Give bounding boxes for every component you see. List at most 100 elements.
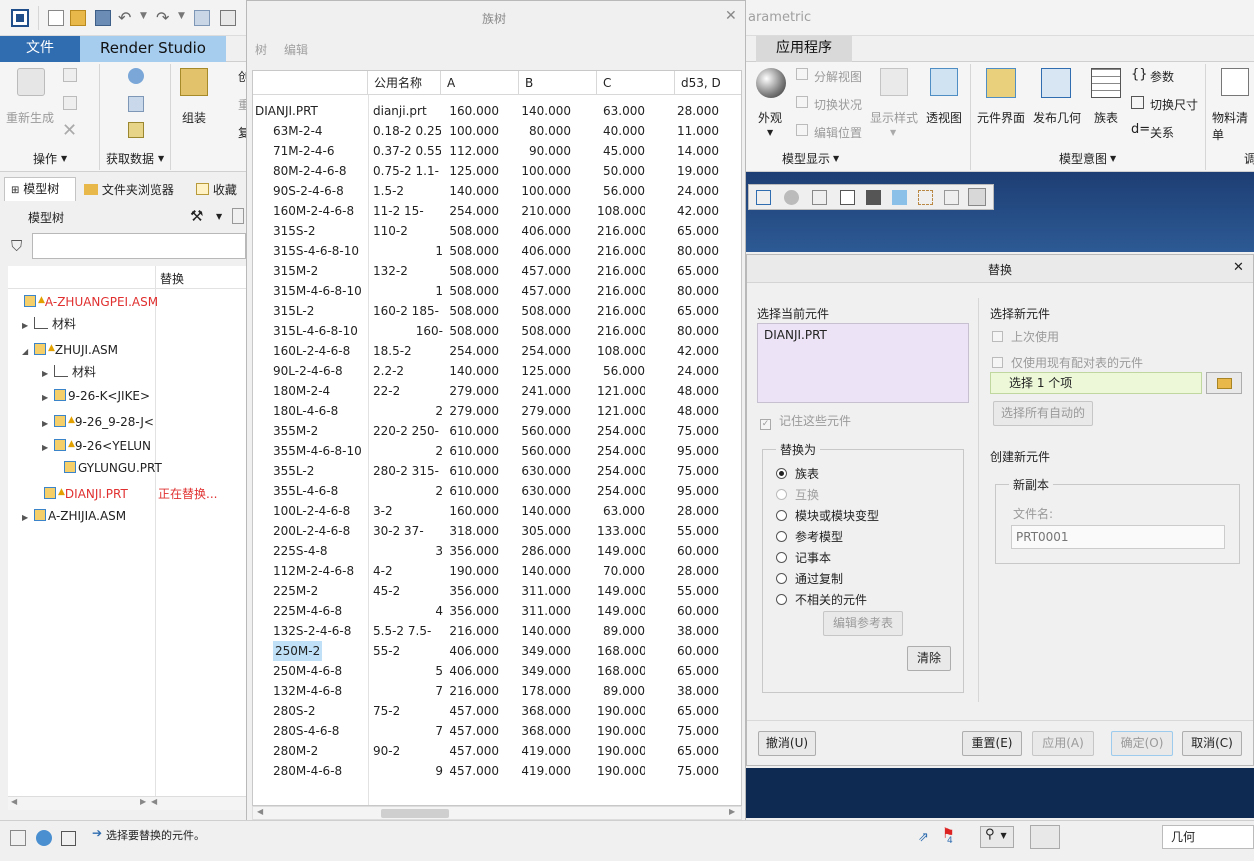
tree-node[interactable]: ▶ ▲9-26_9-28-J< bbox=[8, 409, 246, 431]
expand-arrow-icon[interactable]: ◢ bbox=[22, 341, 34, 363]
family-table-icon[interactable] bbox=[1091, 68, 1121, 98]
group-button[interactable]: 组装 bbox=[182, 109, 206, 126]
getdata-dropdown-icon[interactable]: ▼ bbox=[158, 154, 164, 163]
ok-button[interactable]: 确定(O) bbox=[1111, 731, 1173, 756]
spin-center-icon[interactable] bbox=[968, 188, 986, 206]
table-row[interactable]: 180L-4-6-8 2 279.000 279.000 121.000 48.000 bbox=[253, 401, 741, 421]
ops-dropdown-icon[interactable]: ▼ bbox=[61, 154, 67, 163]
saved-views-icon[interactable] bbox=[840, 190, 855, 205]
edit-position-icon[interactable] bbox=[796, 124, 808, 136]
table-row[interactable]: 90L-2-4-6-8 2.2-2 140.000 125.000 56.000 24.0… bbox=[253, 361, 741, 381]
browser-toggle-icon[interactable] bbox=[36, 830, 52, 846]
select-new-field[interactable]: 选择 1 个项 bbox=[990, 372, 1202, 394]
model-display-group-label[interactable]: 模型显示 bbox=[782, 150, 830, 167]
table-row[interactable]: 63M-2-4 0.18-2 0.25- 100.000 80.000 40.000 11… bbox=[253, 121, 741, 141]
table-row[interactable]: 315S-4-6-8-10 1 508.000 406.000 216.000 80.00… bbox=[253, 241, 741, 261]
tab-file[interactable]: 文件 bbox=[0, 36, 80, 62]
expand-arrow-icon[interactable]: ▶ bbox=[42, 363, 54, 385]
col-header-d[interactable]: d53, D bbox=[675, 71, 741, 95]
table-row[interactable]: 280M-4-6-8 9 457.000 419.000 190.000 75.000 bbox=[253, 761, 741, 781]
table-row[interactable]: 160M-2-4-6-8 11-2 15- 254.000 210.000 108.00… bbox=[253, 201, 741, 221]
tree-settings-dropdown-icon[interactable]: ▼ bbox=[216, 212, 222, 221]
tab-model-tree[interactable]: ⊞ 模型树 bbox=[4, 177, 76, 201]
replace-option-radio[interactable]: 记事本 bbox=[776, 549, 831, 567]
filter-select[interactable]: 几何 bbox=[1162, 825, 1254, 849]
table-row[interactable]: 315M-4-6-8-10 1 508.000 457.000 216.000 80.00… bbox=[253, 281, 741, 301]
menu-edit[interactable]: 编辑 bbox=[284, 41, 308, 58]
display-style-dropdown-icon[interactable]: ▼ bbox=[890, 128, 896, 137]
publish-geometry-icon[interactable] bbox=[1041, 68, 1071, 98]
regenerate-large-icon[interactable] bbox=[17, 68, 45, 96]
regenerate-button[interactable]: 重新生成 bbox=[6, 109, 54, 126]
appearance-button[interactable]: 外观 bbox=[758, 109, 782, 126]
undo-dropdown-icon[interactable]: ▼ bbox=[140, 11, 147, 21]
replace-option-radio[interactable]: 模块或模块变型 bbox=[776, 507, 879, 525]
select-all-auto-button[interactable]: 选择所有自动的 bbox=[993, 401, 1093, 426]
table-row[interactable]: 132M-4-6-8 7 216.000 178.000 89.000 38.000 bbox=[253, 681, 741, 701]
tab-favorites[interactable]: 收藏 bbox=[192, 179, 237, 201]
copy-geom-icon[interactable] bbox=[128, 68, 144, 84]
table-row[interactable]: 280S-4-6-8 7 457.000 368.000 190.000 75.000 bbox=[253, 721, 741, 741]
group-large-icon[interactable] bbox=[180, 68, 208, 96]
tree-node[interactable]: GYLUNGU.PRT bbox=[8, 457, 246, 479]
tree-node[interactable]: ▲A-ZHUANGPEI.ASM bbox=[8, 289, 246, 311]
family-table-hscroll[interactable]: ◀ ▶ bbox=[252, 806, 742, 820]
delete-icon[interactable]: ✕ bbox=[62, 120, 77, 141]
model-intent-dropdown-icon[interactable]: ▼ bbox=[1110, 154, 1116, 163]
table-row[interactable]: 315S-2 110-2 508.000 406.000 216.000 65.000 bbox=[253, 221, 741, 241]
replace-option-radio[interactable]: 通过复制 bbox=[776, 570, 843, 588]
copy-icon[interactable] bbox=[63, 68, 77, 82]
family-table-button[interactable]: 族表 bbox=[1094, 109, 1118, 126]
replace-option-radio[interactable]: 族表 bbox=[776, 465, 819, 483]
table-row[interactable]: 225S-4-8 3 356.000 286.000 149.000 60.000 bbox=[253, 541, 741, 561]
undo-button[interactable]: 撤消(U) bbox=[758, 731, 816, 756]
table-row[interactable]: 315L-2 160-2 185- 508.000 508.000 216.000 65.… bbox=[253, 301, 741, 321]
last-used-checkbox[interactable]: 上次使用 bbox=[992, 328, 1059, 345]
model-intent-group-label[interactable]: 模型意图 bbox=[1059, 150, 1107, 167]
current-component-item[interactable]: DIANJI.PRT bbox=[758, 324, 968, 346]
toggle-state-button[interactable]: 切换状况 bbox=[814, 96, 862, 113]
col-header-a[interactable]: A bbox=[441, 71, 519, 95]
table-row[interactable]: 315M-2 132-2 508.000 457.000 216.000 65.000 bbox=[253, 261, 741, 281]
table-row[interactable]: 80M-2-4-6-8 0.75-2 1.1- 125.000 100.000 50.0… bbox=[253, 161, 741, 181]
edit-ref-table-button[interactable]: 编辑参考表 bbox=[823, 611, 903, 636]
reset-button[interactable]: 重置(E) bbox=[962, 731, 1022, 756]
paste-icon[interactable] bbox=[63, 96, 77, 110]
perspective-icon[interactable] bbox=[930, 68, 958, 96]
toggle-state-icon[interactable] bbox=[796, 96, 808, 108]
table-row[interactable]: 112M-2-4-6-8 4-2 190.000 140.000 70.000 28.00… bbox=[253, 561, 741, 581]
app-icon[interactable] bbox=[11, 9, 29, 27]
expand-arrow-icon[interactable]: ▶ bbox=[22, 507, 34, 529]
replace-dialog-close-icon[interactable]: ✕ bbox=[1233, 260, 1244, 275]
filter-icon[interactable]: ⛉ bbox=[11, 237, 22, 255]
tree-node[interactable]: ▶ A-ZHIJIA.ASM bbox=[8, 505, 246, 527]
remember-checkbox[interactable]: ✓ 记住这些元件 bbox=[760, 412, 851, 430]
selection-filter-icon[interactable]: ⇗ bbox=[918, 830, 929, 845]
component-interface-button[interactable]: 元件界面 bbox=[977, 109, 1025, 126]
table-row[interactable]: 250M-4-6-8 5 406.000 349.000 168.000 65.000 bbox=[253, 661, 741, 681]
expand-arrow-icon[interactable]: ▶ bbox=[22, 315, 34, 337]
col-header-name[interactable] bbox=[253, 71, 368, 95]
table-row[interactable]: 355L-4-6-8 2 610.000 630.000 254.000 95.000 bbox=[253, 481, 741, 501]
replace-option-radio[interactable]: 互换 bbox=[776, 486, 819, 504]
show-icon[interactable] bbox=[232, 208, 244, 224]
publish-geometry-button[interactable]: 发布几何 bbox=[1033, 109, 1081, 126]
only-interchange-checkbox[interactable]: 仅使用现有配对表的元件 bbox=[992, 354, 1143, 371]
table-row[interactable]: 90S-2-4-6-8 1.5-2 140.000 100.000 56.000 24.0… bbox=[253, 181, 741, 201]
switch-dim-button[interactable]: 切换尺寸 bbox=[1150, 96, 1198, 113]
camera-icon[interactable] bbox=[866, 190, 881, 205]
getdata-group-label[interactable]: 获取数据 bbox=[106, 150, 154, 167]
relations-icon[interactable]: d= bbox=[1131, 122, 1150, 137]
table-row[interactable]: 180M-2-4 22-2 279.000 241.000 121.000 48.000 bbox=[253, 381, 741, 401]
expand-arrow-icon[interactable]: ▶ bbox=[42, 437, 54, 459]
save-icon[interactable] bbox=[95, 10, 111, 26]
file-name-input[interactable] bbox=[1011, 525, 1225, 549]
ribbon-fragment-diao[interactable]: 调 bbox=[1244, 150, 1254, 167]
tab-render-studio[interactable]: Render Studio bbox=[80, 36, 226, 62]
menu-tree[interactable]: 树 bbox=[255, 41, 267, 58]
selection-display-icon[interactable] bbox=[1030, 825, 1060, 849]
regenerate-icon[interactable] bbox=[194, 10, 210, 26]
current-component-list[interactable]: DIANJI.PRT bbox=[757, 323, 969, 403]
shading-icon[interactable] bbox=[784, 190, 799, 205]
wireframe-icon[interactable] bbox=[812, 190, 827, 205]
